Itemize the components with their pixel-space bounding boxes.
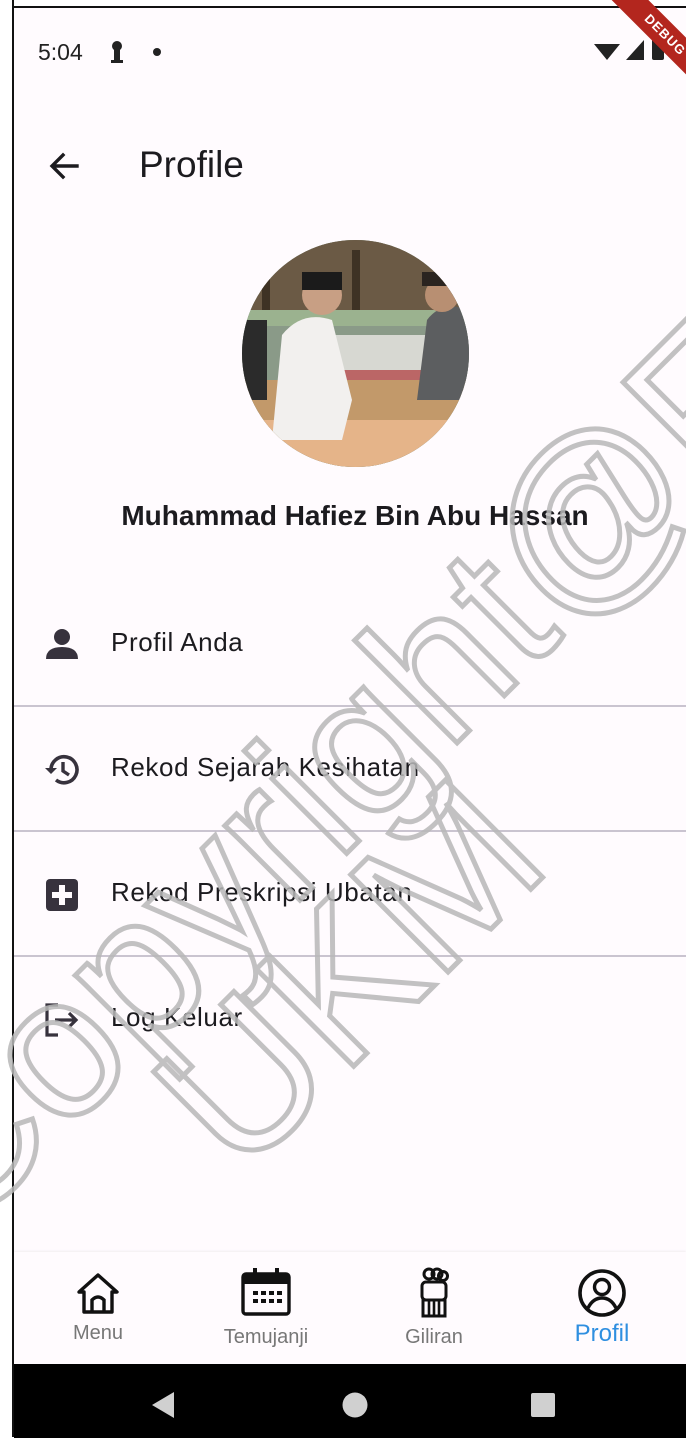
profile-avatar <box>242 240 469 467</box>
medical-plus-icon <box>46 879 78 911</box>
queue-icon <box>420 1267 449 1318</box>
frame-top <box>0 0 686 8</box>
nav-item-giliran[interactable]: Giliran <box>350 1252 518 1364</box>
history-icon <box>45 754 79 785</box>
back-triangle-icon[interactable] <box>150 1390 176 1420</box>
nav-label: Temujanji <box>223 1326 309 1348</box>
menu-item-label: Log Keluar <box>111 1002 243 1032</box>
nav-item-profil[interactable]: Profil <box>518 1252 686 1364</box>
keyhole-icon <box>111 41 123 63</box>
menu-item-log-keluar[interactable]: Log Keluar <box>14 956 686 1080</box>
nav-label: Giliran <box>405 1326 463 1348</box>
nav-item-temujanji[interactable]: Temujanji <box>182 1252 350 1364</box>
status-bar: 5:04 <box>14 10 686 90</box>
page-title: Profile <box>139 144 244 185</box>
calendar-icon <box>241 1268 291 1316</box>
bottom-navigation: Menu Temujanji Giliran Profil <box>14 1252 686 1364</box>
home-icon <box>77 1273 119 1314</box>
home-circle-icon[interactable] <box>341 1391 369 1419</box>
wifi-icon <box>594 44 620 60</box>
app-bar: Profile <box>14 100 686 230</box>
system-navigation-bar <box>14 1364 686 1438</box>
recents-square-icon[interactable] <box>530 1392 556 1418</box>
menu-item-label: Profil Anda <box>111 627 244 657</box>
person-icon <box>46 629 78 659</box>
logout-icon <box>45 1003 79 1037</box>
arrow-back-icon[interactable] <box>44 146 84 186</box>
nav-label-active: Profil <box>574 1320 630 1347</box>
account-circle-icon <box>578 1269 626 1317</box>
avatar-photo <box>242 240 469 467</box>
menu-item-profil-anda[interactable]: Profil Anda <box>14 581 686 705</box>
nav-label: Menu <box>72 1322 124 1344</box>
frame-left <box>0 0 14 1443</box>
menu-item-rekod-sejarah[interactable]: Rekod Sejarah Kesihatan <box>14 706 686 830</box>
notification-dot <box>153 48 161 56</box>
status-time: 5:04 <box>38 39 83 65</box>
menu-item-label: Rekod Preskripsi Ubatan <box>111 877 413 907</box>
nav-item-menu[interactable]: Menu <box>14 1252 182 1364</box>
menu-item-label: Rekod Sejarah Kesihatan <box>111 752 420 782</box>
profile-name: Muhammad Hafiez Bin Abu Hassan <box>121 500 589 531</box>
menu-item-rekod-preskripsi[interactable]: Rekod Preskripsi Ubatan <box>14 831 686 955</box>
cell-signal-icon <box>626 40 644 60</box>
phone-screen: 5:04 DEBUG Profile Muhammad Hafiez Bin A… <box>0 0 686 1443</box>
